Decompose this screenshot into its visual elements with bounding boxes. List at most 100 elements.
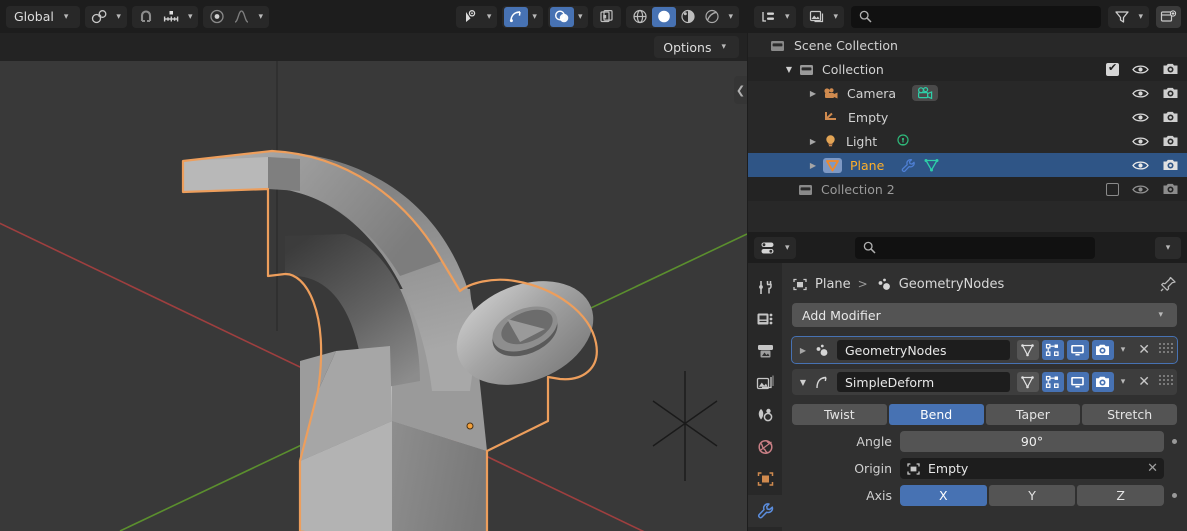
tab-scene[interactable] [748,399,782,431]
chevron-down-icon[interactable]: ▾ [528,12,541,22]
chevron-down-icon[interactable]: ▾ [574,12,587,22]
tab-modifier[interactable] [748,495,782,527]
exclude-checkbox[interactable] [1106,61,1119,76]
shading-solid-icon[interactable] [652,6,677,27]
disable-render-camera-icon[interactable] [1162,134,1179,148]
modifier-name-field[interactable]: SimpleDeform [837,372,1010,392]
add-modifier-dropdown[interactable]: Add Modifier ▾ [792,303,1177,327]
axis-x-button[interactable]: X [900,485,987,506]
tab-view-layer[interactable] [748,367,782,399]
properties-search-input[interactable] [855,236,1096,259]
xray-toggle-icon[interactable] [595,7,619,27]
magnet-icon[interactable] [134,7,158,27]
deform-mode-stretch[interactable]: Stretch [1082,404,1177,425]
hide-viewport-eye-icon[interactable] [1132,183,1149,196]
modifier-header-geometrynodes[interactable]: ▶ GeometryNodes ▾ ✕ [791,336,1178,364]
drag-grip-icon[interactable] [1159,375,1173,389]
modifier-wrench-icon[interactable] [900,158,917,173]
x-icon[interactable]: ✕ [1147,461,1158,476]
exclude-checkbox[interactable] [1106,182,1119,196]
tab-output[interactable] [748,335,782,367]
angle-input[interactable]: 90° [900,431,1164,452]
realtime-toggle[interactable] [1066,372,1089,392]
animate-property-dot[interactable] [1172,493,1177,498]
breadcrumb-object-name[interactable]: Plane [815,277,851,292]
outliner-row-collection-2[interactable]: Collection 2 [748,177,1187,201]
breadcrumb-node-name[interactable]: GeometryNodes [899,277,1005,292]
snap-icon[interactable] [87,7,112,27]
modifier-header-simpledeform[interactable]: ▼ SimpleDeform ▾ ✕ [792,369,1177,395]
hide-viewport-eye-icon[interactable] [1132,111,1149,124]
pin-icon[interactable] [1160,276,1177,292]
viewport-canvas[interactable] [0,61,747,531]
object-visibility-icon[interactable] [458,7,483,27]
shading-material-preview-icon[interactable] [676,7,700,27]
tab-object[interactable] [748,463,782,495]
outliner-row-empty[interactable]: Empty [748,105,1187,129]
hide-viewport-eye-icon[interactable] [1132,63,1149,76]
on-cage-toggle[interactable] [1016,372,1039,392]
hide-viewport-eye-icon[interactable] [1132,159,1149,172]
overlays-icon[interactable] [549,6,574,27]
disclosure-triangle-icon[interactable]: ▶ [796,346,810,355]
on-cage-toggle[interactable] [1016,340,1039,360]
outliner-display-mode-dropdown[interactable]: ▾ [754,5,796,28]
snap-increment-icon[interactable] [158,7,184,27]
filter-id-type-dropdown[interactable]: ▾ [802,5,845,28]
edit-mode-toggle[interactable] [1041,340,1064,360]
realtime-toggle[interactable] [1066,340,1089,360]
x-icon[interactable]: ✕ [1132,342,1156,358]
chevron-down-icon[interactable]: ▾ [1117,345,1130,355]
outliner-row-plane[interactable]: ▶ Plane [748,153,1187,177]
disable-render-camera-icon[interactable] [1162,158,1179,172]
disclosure-triangle-icon[interactable]: ▶ [806,89,820,98]
shading-wireframe-icon[interactable] [628,7,652,27]
edit-mode-toggle[interactable] [1041,372,1064,392]
disable-render-camera-icon[interactable] [1162,110,1179,124]
outliner-filter-dropdown[interactable]: ▾ [1108,5,1149,28]
sidebar-collapse-icon[interactable]: ❮ [734,76,747,104]
deform-mode-twist[interactable]: Twist [792,404,887,425]
axis-y-button[interactable]: Y [988,485,1076,506]
render-toggle[interactable] [1091,340,1114,360]
hide-viewport-eye-icon[interactable] [1132,87,1149,100]
camera-object-data-icon[interactable] [912,85,939,101]
disable-render-camera-icon[interactable] [1162,182,1179,196]
outliner-row-camera[interactable]: ▶ Camera [748,81,1187,105]
chevron-down-icon[interactable]: ▾ [112,12,125,22]
chevron-down-icon[interactable]: ▾ [184,12,197,22]
chevron-down-icon[interactable]: ▾ [254,12,267,22]
hide-viewport-eye-icon[interactable] [1132,135,1149,148]
outliner-row-collection[interactable]: ▼ Collection [748,57,1187,81]
tab-tool[interactable] [748,271,782,303]
axis-z-button[interactable]: Z [1077,485,1165,506]
render-toggle[interactable] [1091,372,1114,392]
gizmo-icon[interactable] [504,6,529,27]
chevron-down-icon[interactable]: ▾ [1117,377,1130,387]
light-data-icon[interactable] [895,133,911,149]
outliner-row-light[interactable]: ▶ Light [748,129,1187,153]
disclosure-triangle-icon[interactable]: ▼ [796,378,810,387]
chevron-down-icon[interactable]: ▾ [483,12,496,22]
mesh-data-tri-icon[interactable] [923,158,940,173]
options-dropdown[interactable]: Options ▾ [654,36,739,58]
new-collection-icon[interactable] [1156,5,1181,28]
shading-rendered-icon[interactable] [700,7,724,27]
disclosure-triangle-icon[interactable]: ▶ [806,161,820,170]
disclosure-triangle-icon[interactable]: ▶ [806,137,820,146]
chevron-down-icon[interactable]: ▾ [724,12,737,22]
drag-grip-icon[interactable] [1159,343,1173,357]
disable-render-camera-icon[interactable] [1162,62,1179,76]
outliner-row-scene-collection[interactable]: Scene Collection [748,33,1187,57]
editor-type-dropdown[interactable]: ▾ [754,236,796,259]
tab-world[interactable] [748,431,782,463]
outliner-search-input[interactable] [851,5,1102,28]
transform-orientation-dropdown[interactable]: Global ▾ [6,5,81,28]
animate-property-dot[interactable] [1172,439,1177,444]
x-icon[interactable]: ✕ [1132,374,1156,390]
falloff-curve-icon[interactable] [229,7,254,27]
disable-render-camera-icon[interactable] [1162,86,1179,100]
origin-object-field[interactable]: Empty ✕ [900,458,1164,479]
disclosure-triangle-icon[interactable]: ▼ [782,65,796,74]
deform-mode-taper[interactable]: Taper [985,404,1081,425]
